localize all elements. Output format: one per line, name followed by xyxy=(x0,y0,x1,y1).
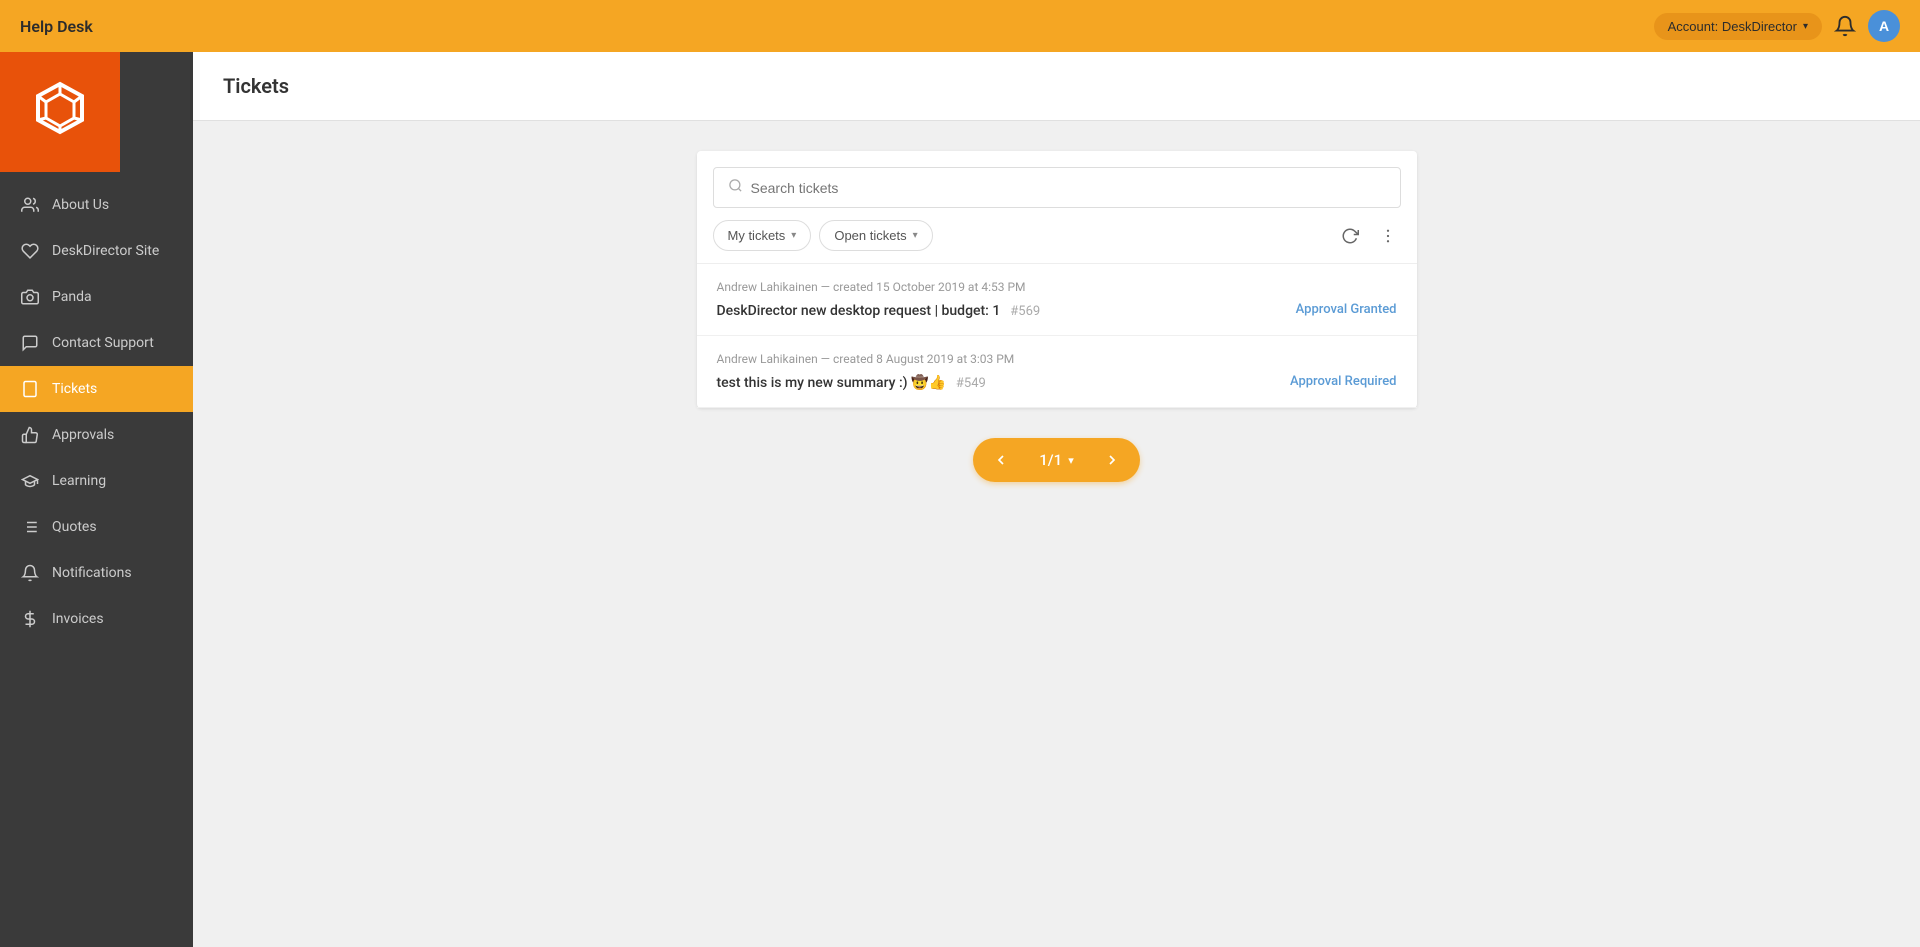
list-icon xyxy=(20,518,40,536)
sidebar: About Us DeskDirector Site Panda xyxy=(0,52,193,947)
filter-right xyxy=(1337,223,1401,249)
more-options-button[interactable] xyxy=(1375,223,1401,249)
ticket-meta-1: Andrew Lahikainen — created 15 October 2… xyxy=(717,280,1397,294)
sidebar-item-notifications[interactable]: Notifications xyxy=(0,550,193,596)
open-tickets-filter-button[interactable]: Open tickets ▾ xyxy=(819,220,932,251)
ticket-list: Andrew Lahikainen — created 15 October 2… xyxy=(697,263,1417,408)
dollar-icon xyxy=(20,610,40,628)
avatar-letter: A xyxy=(1879,18,1889,34)
chevron-right-icon xyxy=(1104,452,1120,468)
filter-bar: My tickets ▾ Open tickets ▾ xyxy=(697,208,1417,263)
user-avatar-button[interactable]: A xyxy=(1868,10,1900,42)
ticket-status-1: Approval Granted xyxy=(1296,302,1397,317)
ticket-title-2: test this is my new summary :) 🤠👍 xyxy=(717,375,946,391)
ticket-summary-1: DeskDirector new desktop request | budge… xyxy=(717,300,1041,319)
sidebar-label-learning: Learning xyxy=(52,473,106,489)
pagination-area: 1/1 ▾ xyxy=(973,408,1139,502)
sidebar-label-contact-support: Contact Support xyxy=(52,335,154,351)
my-tickets-filter-button[interactable]: My tickets ▾ xyxy=(713,220,812,251)
content-area: Tickets My tickets xyxy=(193,52,1920,947)
open-tickets-chevron-icon: ▾ xyxy=(913,230,918,241)
page-dropdown-icon: ▾ xyxy=(1068,454,1074,467)
sidebar-item-panda[interactable]: Panda xyxy=(0,274,193,320)
refresh-icon xyxy=(1341,227,1359,245)
sidebar-nav: About Us DeskDirector Site Panda xyxy=(0,172,193,947)
header-right: Account: DeskDirector ▾ A xyxy=(1654,10,1900,42)
people-icon xyxy=(20,196,40,214)
account-button[interactable]: Account: DeskDirector ▾ xyxy=(1654,13,1822,40)
pagination-pill: 1/1 ▾ xyxy=(973,438,1139,482)
sidebar-label-invoices: Invoices xyxy=(52,611,104,627)
chevron-left-icon xyxy=(993,452,1009,468)
sidebar-logo xyxy=(0,52,120,172)
sidebar-label-notifications: Notifications xyxy=(52,565,132,581)
camera-icon xyxy=(20,288,40,306)
sidebar-item-contact-support[interactable]: Contact Support xyxy=(0,320,193,366)
previous-page-button[interactable] xyxy=(973,438,1029,482)
table-row[interactable]: Andrew Lahikainen — created 8 August 201… xyxy=(697,336,1417,408)
table-row[interactable]: Andrew Lahikainen — created 15 October 2… xyxy=(697,264,1417,336)
tickets-panel: My tickets ▾ Open tickets ▾ xyxy=(697,151,1417,408)
search-input[interactable] xyxy=(751,180,1386,196)
search-icon xyxy=(728,178,743,197)
app-title: Help Desk xyxy=(20,17,93,36)
sidebar-item-learning[interactable]: Learning xyxy=(0,458,193,504)
open-tickets-label: Open tickets xyxy=(834,228,906,243)
sidebar-item-about-us[interactable]: About Us xyxy=(0,182,193,228)
logo-icon xyxy=(20,72,100,152)
ticket-summary-row-2: test this is my new summary :) 🤠👍 #549 A… xyxy=(717,372,1397,391)
search-bar xyxy=(697,151,1417,208)
my-tickets-chevron-icon: ▾ xyxy=(791,230,796,241)
page-title: Tickets xyxy=(223,74,1890,98)
sidebar-label-panda: Panda xyxy=(52,289,92,305)
tickets-container: My tickets ▾ Open tickets ▾ xyxy=(193,121,1920,947)
sidebar-label-quotes: Quotes xyxy=(52,519,97,535)
my-tickets-label: My tickets xyxy=(728,228,786,243)
sidebar-item-deskdirector-site[interactable]: DeskDirector Site xyxy=(0,228,193,274)
sidebar-label-deskdirector-site: DeskDirector Site xyxy=(52,243,159,259)
more-vertical-icon xyxy=(1379,227,1397,245)
ticket-summary-2: test this is my new summary :) 🤠👍 #549 xyxy=(717,372,986,391)
ticket-summary-row-1: DeskDirector new desktop request | budge… xyxy=(717,300,1397,319)
ticket-meta-2: Andrew Lahikainen — created 8 August 201… xyxy=(717,352,1397,366)
filter-left: My tickets ▾ Open tickets ▾ xyxy=(713,220,933,251)
next-page-button[interactable] xyxy=(1084,438,1140,482)
sidebar-item-quotes[interactable]: Quotes xyxy=(0,504,193,550)
sidebar-label-approvals: Approvals xyxy=(52,427,114,443)
heart-icon xyxy=(20,242,40,260)
graduation-icon xyxy=(20,472,40,490)
main-layout: About Us DeskDirector Site Panda xyxy=(0,52,1920,947)
refresh-button[interactable] xyxy=(1337,223,1363,249)
ticket-number-2: #549 xyxy=(956,376,986,391)
page-current: 1/1 xyxy=(1039,451,1062,469)
account-label: Account: DeskDirector xyxy=(1668,19,1797,34)
tablet-icon xyxy=(20,380,40,398)
ticket-number-1: #569 xyxy=(1010,304,1040,319)
sidebar-item-invoices[interactable]: Invoices xyxy=(0,596,193,642)
bell-icon xyxy=(1834,15,1856,37)
bell-sidebar-icon xyxy=(20,564,40,582)
ticket-status-2: Approval Required xyxy=(1290,374,1397,389)
ticket-title-1: DeskDirector new desktop request | budge… xyxy=(717,303,1001,319)
sidebar-item-tickets[interactable]: Tickets xyxy=(0,366,193,412)
account-chevron-icon: ▾ xyxy=(1803,21,1808,32)
notifications-bell-button[interactable] xyxy=(1834,15,1856,37)
sidebar-label-tickets: Tickets xyxy=(52,381,97,397)
thumbsup-icon xyxy=(20,426,40,444)
sidebar-item-approvals[interactable]: Approvals xyxy=(0,412,193,458)
chat-icon xyxy=(20,334,40,352)
top-header: Help Desk Account: DeskDirector ▾ A xyxy=(0,0,1920,52)
page-header: Tickets xyxy=(193,52,1920,121)
sidebar-label-about-us: About Us xyxy=(52,197,109,213)
page-info: 1/1 ▾ xyxy=(1029,451,1083,469)
search-input-wrapper xyxy=(713,167,1401,208)
